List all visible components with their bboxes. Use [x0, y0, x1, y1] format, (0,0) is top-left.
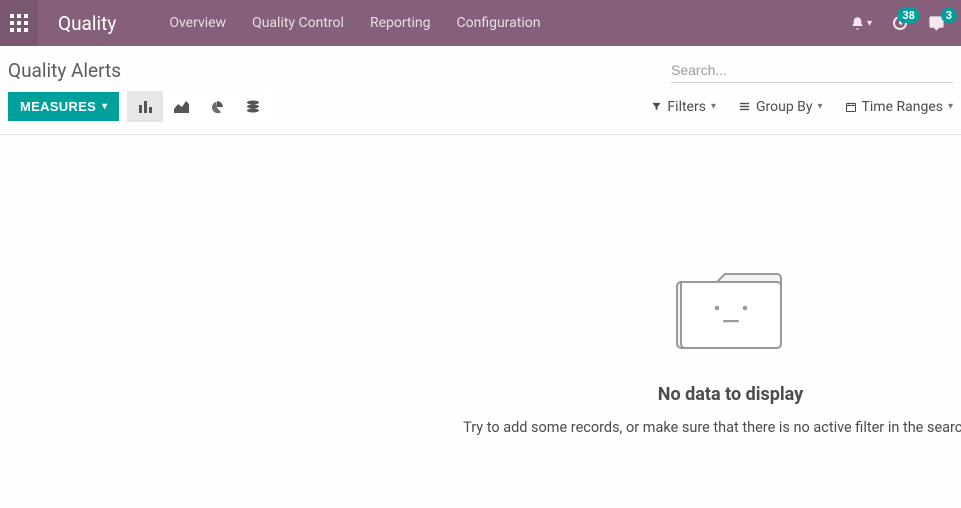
messages-badge: 3: [941, 8, 957, 23]
nav-link-overview[interactable]: Overview: [156, 0, 239, 46]
search-wrap: [671, 57, 953, 83]
list-icon: [738, 101, 751, 112]
nav-links: Overview Quality Control Reporting Confi…: [156, 0, 553, 46]
apps-grid-button[interactable]: [0, 0, 38, 46]
activities-badge: 38: [897, 8, 920, 23]
nav-link-configuration[interactable]: Configuration: [444, 0, 554, 46]
groupby-label: Group By: [756, 99, 813, 115]
timeranges-label: Time Ranges: [862, 99, 943, 115]
search-input[interactable]: [671, 62, 953, 78]
caret-down-icon: ▾: [102, 101, 107, 112]
empty-subtitle: Try to add some records, or make sure th…: [451, 419, 961, 436]
view-pie-chart-button[interactable]: [199, 91, 235, 122]
nav-link-quality-control[interactable]: Quality Control: [239, 0, 357, 46]
view-stacked-button[interactable]: [235, 91, 271, 122]
top-nav: Quality Overview Quality Control Reporti…: [0, 0, 961, 46]
caret-down-icon: ▾: [867, 18, 872, 29]
empty-title: No data to display: [451, 384, 961, 405]
stack-icon: [246, 100, 260, 113]
measures-label: MEASURES: [20, 99, 96, 114]
toolbar: MEASURES ▾ Filters ▾ Group By: [0, 85, 961, 134]
timeranges-button[interactable]: Time Ranges ▾: [845, 99, 953, 115]
nav-right: ▾ 38 3: [850, 15, 961, 32]
calendar-icon: [845, 101, 857, 113]
toolbar-left: MEASURES ▾: [8, 91, 271, 122]
funnel-icon: [651, 101, 662, 112]
view-button-group: [127, 91, 271, 122]
empty-folder-icon: [675, 270, 787, 354]
messages-button[interactable]: 3: [928, 15, 945, 32]
filters-label: Filters: [667, 99, 706, 115]
bar-chart-icon: [138, 100, 153, 113]
caret-down-icon: ▾: [711, 101, 716, 112]
nav-link-reporting[interactable]: Reporting: [357, 0, 444, 46]
measures-button[interactable]: MEASURES ▾: [8, 92, 119, 121]
header-row: Quality Alerts: [0, 46, 961, 85]
app-title[interactable]: Quality: [58, 12, 116, 35]
filters-button[interactable]: Filters ▾: [651, 99, 716, 115]
view-line-chart-button[interactable]: [163, 91, 199, 122]
breadcrumb[interactable]: Quality Alerts: [8, 59, 121, 82]
caret-down-icon: ▾: [948, 101, 953, 112]
caret-down-icon: ▾: [818, 101, 823, 112]
toolbar-right: Filters ▾ Group By ▾ Time Ranges ▾: [651, 99, 953, 115]
apps-grid-icon: [10, 14, 28, 32]
empty-state: No data to display Try to add some recor…: [451, 270, 961, 436]
pie-chart-icon: [210, 100, 224, 114]
content-area: No data to display Try to add some recor…: [0, 134, 961, 500]
view-bar-chart-button[interactable]: [127, 91, 163, 122]
activities-button[interactable]: 38: [892, 15, 908, 31]
line-chart-icon: [174, 100, 189, 113]
bell-icon: [850, 16, 865, 31]
groupby-button[interactable]: Group By ▾: [738, 99, 823, 115]
notifications-button[interactable]: ▾: [850, 16, 872, 31]
